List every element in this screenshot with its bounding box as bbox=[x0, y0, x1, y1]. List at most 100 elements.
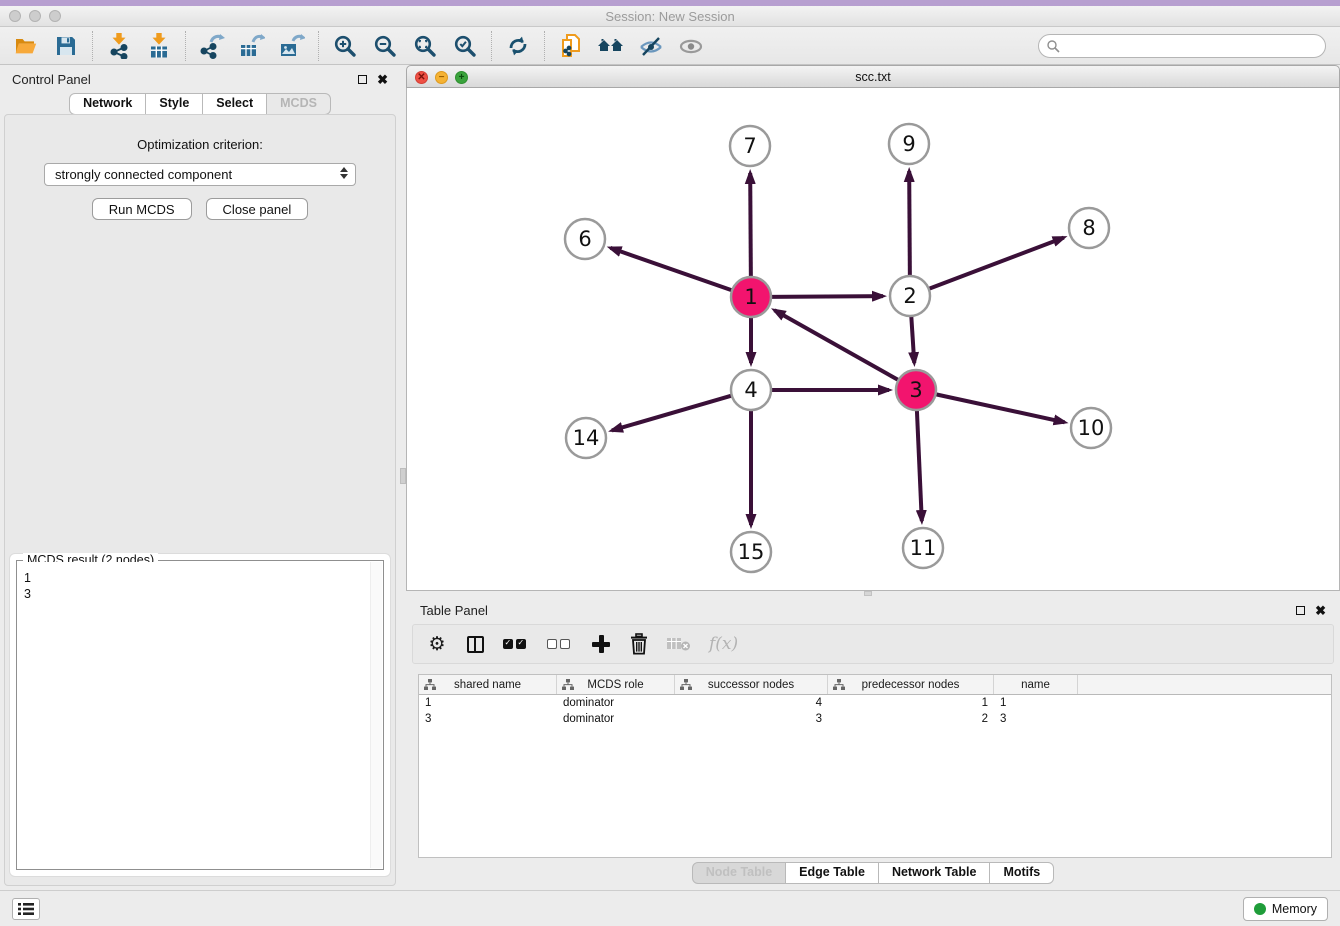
graph-node-3[interactable]: 3 bbox=[896, 370, 936, 410]
main-titlebar: Session: New Session bbox=[0, 6, 1340, 27]
graph-edge-2-3[interactable] bbox=[911, 316, 914, 363]
tab-style[interactable]: Style bbox=[145, 93, 203, 115]
zoom-out-button[interactable] bbox=[365, 29, 405, 63]
cell-name[interactable]: 3 bbox=[994, 713, 1078, 725]
graph-edge-3-1[interactable] bbox=[775, 310, 899, 380]
add-column-button[interactable] bbox=[591, 635, 611, 653]
close-panel-icon[interactable]: ✖ bbox=[1315, 604, 1326, 617]
zoom-selected-button[interactable] bbox=[445, 29, 485, 63]
graph-node-2[interactable]: 2 bbox=[890, 276, 930, 316]
deselect-all-columns-button[interactable] bbox=[547, 639, 573, 649]
graph-node-8[interactable]: 8 bbox=[1069, 208, 1109, 248]
column-header-shared-name[interactable]: shared name bbox=[419, 675, 557, 694]
cell-successor-nodes[interactable]: 3 bbox=[675, 713, 828, 725]
network-graph[interactable]: 7 9 6 8 1 2 4 3 14 10 15 11 bbox=[407, 88, 1339, 589]
memory-button[interactable]: Memory bbox=[1243, 897, 1328, 921]
graph-node-4[interactable]: 4 bbox=[731, 370, 771, 410]
optimization-criterion-select[interactable]: strongly connected component bbox=[44, 163, 356, 186]
zoom-in-button[interactable] bbox=[325, 29, 365, 63]
result-scrollbar[interactable] bbox=[370, 562, 382, 868]
cell-shared-name[interactable]: 1 bbox=[419, 697, 557, 709]
export-table-button[interactable] bbox=[232, 29, 272, 63]
graph-edge-4-14[interactable] bbox=[612, 396, 732, 431]
close-panel-button[interactable]: Close panel bbox=[206, 198, 309, 220]
import-table-button[interactable] bbox=[139, 29, 179, 63]
show-all-button[interactable] bbox=[671, 29, 711, 63]
cell-name[interactable]: 1 bbox=[994, 697, 1078, 709]
show-columns-button[interactable] bbox=[465, 636, 485, 653]
tab-motifs[interactable]: Motifs bbox=[989, 862, 1054, 884]
tab-select[interactable]: Select bbox=[202, 93, 267, 115]
graph-edge-2-8[interactable] bbox=[929, 238, 1064, 289]
cell-predecessor-nodes[interactable]: 2 bbox=[828, 713, 994, 725]
graph-edge-1-7[interactable] bbox=[750, 173, 751, 277]
run-mcds-button[interactable]: Run MCDS bbox=[92, 198, 192, 220]
graph-edge-3-10[interactable] bbox=[936, 394, 1065, 422]
export-image-button[interactable] bbox=[272, 29, 312, 63]
function-builder-button[interactable]: f(x) bbox=[709, 634, 738, 654]
cell-mcds-role[interactable]: dominator bbox=[557, 713, 675, 725]
cell-successor-nodes[interactable]: 4 bbox=[675, 697, 828, 709]
graph-node-6[interactable]: 6 bbox=[565, 219, 605, 259]
graph-node-9[interactable]: 9 bbox=[889, 124, 929, 164]
node-table[interactable]: shared name MCDS role successor nodes pr… bbox=[418, 674, 1332, 858]
open-session-button[interactable] bbox=[6, 29, 46, 63]
table-panel-tabs: Node Table Edge Table Network Table Moti… bbox=[406, 862, 1340, 884]
graph-node-7[interactable]: 7 bbox=[730, 126, 770, 166]
search-container bbox=[1038, 34, 1326, 58]
column-header-successor-nodes[interactable]: successor nodes bbox=[675, 675, 828, 694]
cell-predecessor-nodes[interactable]: 1 bbox=[828, 697, 994, 709]
search-input[interactable] bbox=[1038, 34, 1326, 58]
tab-network-table[interactable]: Network Table bbox=[878, 862, 991, 884]
refresh-button[interactable] bbox=[498, 29, 538, 63]
zoom-fit-button[interactable] bbox=[405, 29, 445, 63]
table-row[interactable]: 1 dominator 4 1 1 bbox=[419, 695, 1331, 711]
graph-edge-1-2[interactable] bbox=[771, 296, 883, 297]
graph-edge-2-9[interactable] bbox=[909, 171, 910, 276]
new-network-from-selection-button[interactable] bbox=[551, 29, 591, 63]
column-header-name[interactable]: name bbox=[994, 675, 1078, 694]
float-panel-icon[interactable] bbox=[358, 75, 367, 84]
hide-selected-button[interactable] bbox=[631, 29, 671, 63]
toolbar-separator bbox=[544, 31, 545, 61]
delete-table-button[interactable] bbox=[667, 636, 691, 652]
tab-network[interactable]: Network bbox=[69, 93, 146, 115]
network-canvas[interactable]: 7 9 6 8 1 2 4 3 14 10 15 11 bbox=[406, 88, 1340, 591]
tab-mcds[interactable]: MCDS bbox=[266, 93, 331, 115]
graph-node-label: 6 bbox=[578, 227, 591, 251]
tab-node-table[interactable]: Node Table bbox=[692, 862, 786, 884]
export-network-button[interactable] bbox=[192, 29, 232, 63]
graph-edge-3-11[interactable] bbox=[917, 410, 922, 521]
cell-mcds-role[interactable]: dominator bbox=[557, 697, 675, 709]
import-network-button[interactable] bbox=[99, 29, 139, 63]
control-panel-header: Control Panel ✖ bbox=[0, 65, 400, 93]
graph-node-15[interactable]: 15 bbox=[731, 532, 771, 572]
select-all-icon bbox=[503, 639, 513, 649]
first-neighbors-button[interactable] bbox=[591, 29, 631, 63]
float-panel-icon[interactable] bbox=[1296, 606, 1305, 615]
table-row[interactable]: 3 dominator 3 2 3 bbox=[419, 711, 1331, 727]
zoom-out-icon bbox=[373, 34, 397, 58]
graph-node-11[interactable]: 11 bbox=[903, 528, 943, 568]
save-session-button[interactable] bbox=[46, 29, 86, 63]
graph-node-10[interactable]: 10 bbox=[1071, 408, 1111, 448]
select-all-columns-button[interactable] bbox=[503, 639, 529, 649]
tab-edge-table[interactable]: Edge Table bbox=[785, 862, 879, 884]
node-table-header: shared name MCDS role successor nodes pr… bbox=[419, 675, 1331, 695]
table-panel: Table Panel ✖ ⚙ f(x) sha bbox=[406, 596, 1340, 890]
delete-table-icon bbox=[667, 636, 691, 652]
close-panel-icon[interactable]: ✖ bbox=[377, 73, 388, 86]
column-header-predecessor-nodes[interactable]: predecessor nodes bbox=[828, 675, 994, 694]
zoom-selected-icon bbox=[453, 34, 477, 58]
mcds-result-text[interactable]: 1 3 bbox=[18, 562, 369, 868]
graph-node-14[interactable]: 14 bbox=[566, 418, 606, 458]
open-session-icon bbox=[13, 34, 39, 58]
cell-shared-name[interactable]: 3 bbox=[419, 713, 557, 725]
table-settings-button[interactable]: ⚙ bbox=[427, 633, 447, 655]
graph-edge-1-6[interactable] bbox=[610, 248, 732, 290]
network-window-titlebar[interactable]: ✕ − + scc.txt bbox=[406, 65, 1340, 88]
show-graphics-details-button[interactable] bbox=[12, 898, 40, 920]
delete-column-button[interactable] bbox=[629, 633, 649, 655]
graph-node-1[interactable]: 1 bbox=[731, 277, 771, 317]
column-header-mcds-role[interactable]: MCDS role bbox=[557, 675, 675, 694]
